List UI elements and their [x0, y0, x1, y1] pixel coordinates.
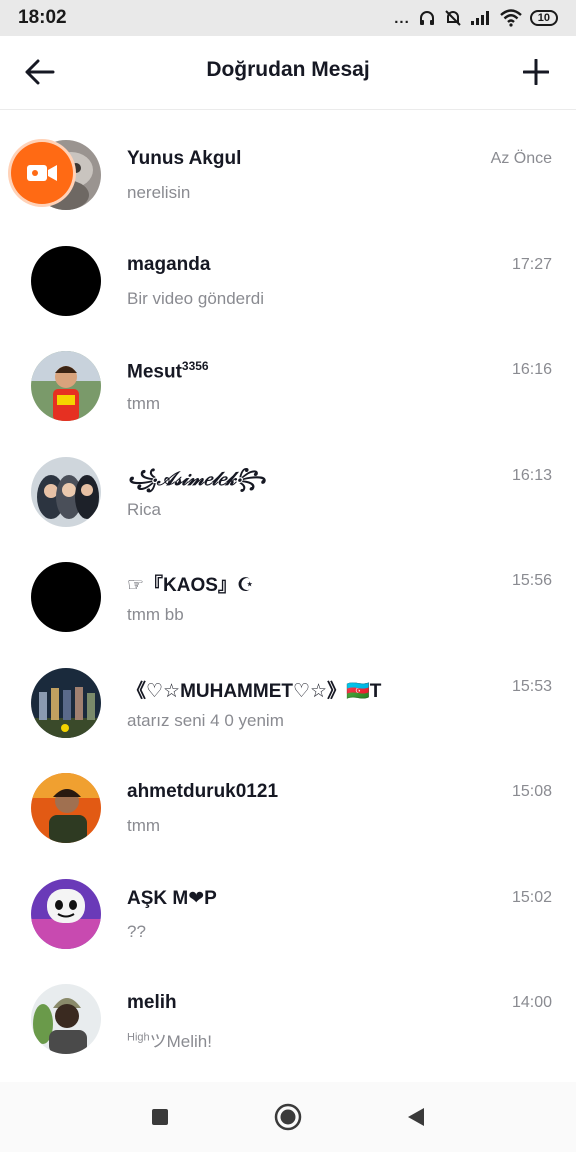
avatar[interactable] [31, 984, 101, 1054]
message-superscript: High [127, 1031, 150, 1044]
contact-name: ahmetduruk0121 [127, 781, 279, 802]
battery-icon: 10 [529, 10, 558, 26]
conversation-row[interactable]: 《♡☆MUHAMMET♡☆》🇦🇿T atarız seni 4 0 yenim … [0, 638, 576, 744]
last-message: atarız seni 4 0 yenim [127, 710, 284, 730]
last-message: Bir video gönderdi [127, 288, 265, 308]
last-message: ?? [127, 921, 146, 941]
conversation-row[interactable]: AŞK M❤P ?? 15:02 [0, 849, 576, 955]
conversation-row[interactable]: ahmetduruk0121 tmm 15:08 [0, 743, 576, 849]
avatar[interactable] [31, 456, 101, 527]
conversation-row[interactable]: melih HighツMelih! 14:00 [0, 954, 576, 1060]
back-nav-button[interactable] [396, 1097, 436, 1137]
contact-name: ꧁𝒜𝓈𝒾𝓂𝑒𝓁𝑒𝓀꧂ [127, 467, 266, 490]
conversation-row[interactable]: Yunus Akgul nerelisin Az Önce [0, 110, 576, 216]
avatar[interactable] [31, 878, 101, 949]
recents-button[interactable] [140, 1097, 180, 1137]
contact-name: Mesut3356 [127, 359, 209, 383]
message-time: 15:56 [511, 572, 552, 589]
status-bar: 18:02 ... 10 [0, 0, 576, 36]
conversation-list: Yunus Akgul nerelisin Az Önce maganda Bi… [0, 110, 576, 1060]
last-message: tmm [127, 394, 161, 413]
new-message-button[interactable] [518, 54, 554, 90]
header: Doğrudan Mesaj [0, 36, 576, 110]
avatar[interactable] [31, 245, 101, 316]
avatar[interactable] [31, 562, 101, 632]
contact-name: 《♡☆MUHAMMET♡☆》🇦🇿T [127, 680, 382, 702]
message-time: Az Önce [490, 150, 552, 167]
avatar[interactable] [31, 773, 101, 843]
conversation-row[interactable]: ☞『KAOS』☪ tmm bb 15:56 [0, 532, 576, 638]
status-time: 18:02 [18, 7, 67, 28]
message-time: 14:00 [511, 994, 552, 1011]
avatar[interactable] [31, 351, 101, 421]
live-video-button[interactable] [11, 142, 73, 204]
conversation-row[interactable]: maganda Bir video gönderdi 17:27 [0, 216, 576, 322]
plus-icon [523, 59, 549, 85]
last-message: Rica [127, 499, 162, 519]
video-camera-icon [27, 165, 57, 181]
conversation-row[interactable]: ꧁𝒜𝓈𝒾𝓂𝑒𝓁𝑒𝓀꧂ Rica 16:13 [0, 427, 576, 533]
home-button[interactable] [268, 1097, 308, 1137]
message-time: 16:13 [511, 466, 552, 484]
more-dots-icon: ... [394, 9, 410, 27]
message-time: 16:16 [511, 361, 552, 378]
last-message: tmm [127, 816, 161, 835]
message-time: 15:02 [511, 888, 552, 906]
signal-icon [470, 10, 492, 26]
system-nav-bar [0, 1082, 576, 1152]
message-time: 17:27 [511, 255, 552, 273]
name-superscript: 3356 [181, 359, 209, 373]
bell-off-icon [444, 9, 462, 27]
square-icon [152, 1109, 168, 1125]
message-time: 15:53 [511, 677, 552, 695]
contact-name: AŞK M❤P [127, 887, 217, 909]
last-message: tmm bb [127, 605, 184, 624]
last-message: nerelisin [127, 183, 191, 202]
contact-name: Yunus Akgul [127, 148, 242, 169]
page-title: Doğrudan Mesaj [206, 58, 370, 81]
avatar[interactable] [31, 667, 101, 738]
conversation-row[interactable]: Mesut3356 tmm 16:16 [0, 321, 576, 427]
last-message: HighツMelih! [127, 1031, 212, 1051]
contact-name: maganda [127, 253, 211, 275]
wifi-icon [499, 9, 522, 27]
triangle-left-icon [408, 1108, 424, 1126]
status-icons: ... 10 [394, 9, 558, 27]
message-time: 15:08 [511, 783, 552, 800]
contact-name: ☞『KAOS』☪ [127, 575, 254, 596]
contact-name: melih [127, 992, 177, 1013]
headphones-icon [418, 9, 436, 27]
circle-icon [274, 1103, 302, 1131]
